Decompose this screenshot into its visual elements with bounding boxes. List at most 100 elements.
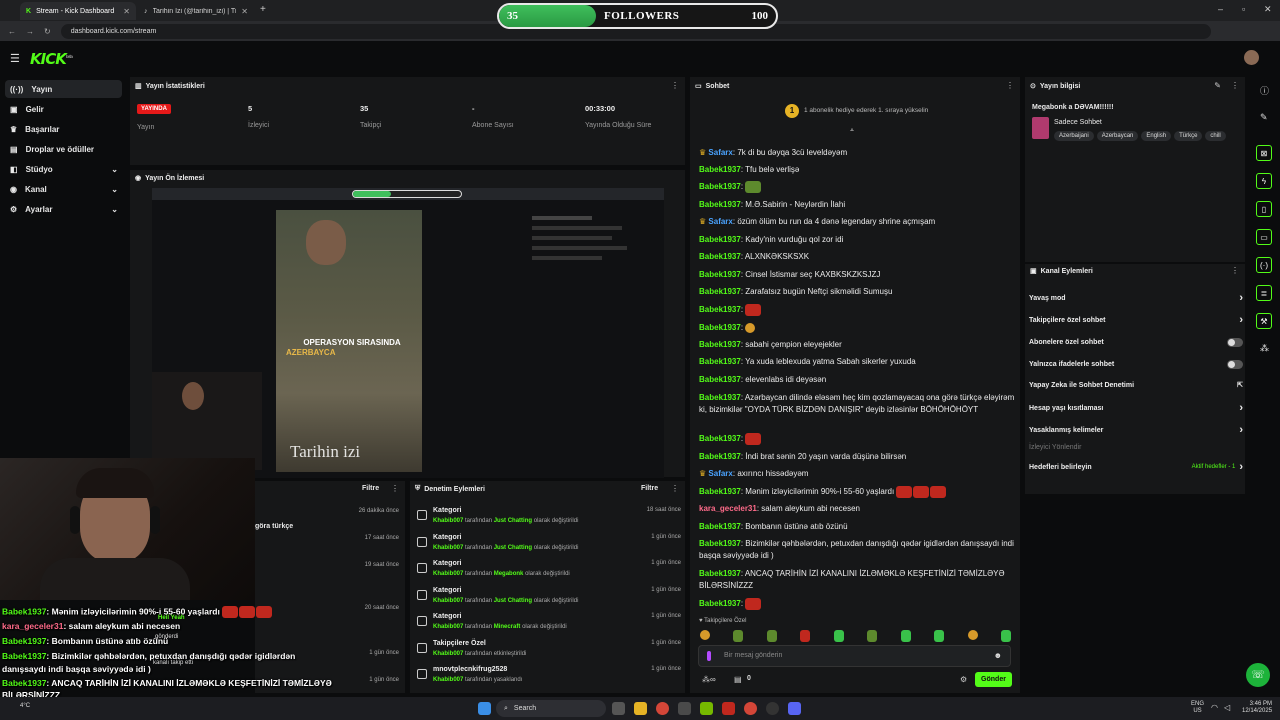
chat-username[interactable]: Babek1937 bbox=[699, 182, 741, 191]
sidebar-item-studyo[interactable]: ◧ Stüdyo ⌄ bbox=[5, 160, 122, 178]
kick-logo[interactable]: KICKbeta bbox=[30, 50, 73, 68]
new-tab-icon[interactable]: + bbox=[260, 4, 266, 15]
forward-icon[interactable]: → bbox=[26, 27, 34, 36]
emote-icon[interactable] bbox=[867, 630, 878, 642]
emote-icon[interactable] bbox=[733, 630, 744, 642]
edit-icon[interactable]: ✎ bbox=[1214, 81, 1221, 90]
scroll-down-icon[interactable]: ⩡ bbox=[850, 127, 854, 135]
channel-action[interactable]: Yavaş mod › bbox=[1029, 291, 1243, 305]
close-tab-icon[interactable]: ✕ bbox=[123, 7, 130, 16]
chat-input[interactable]: Bir mesaj gönderin ☻ bbox=[698, 645, 1011, 667]
broadcast-icon[interactable]: (·) bbox=[1256, 257, 1272, 273]
app-icon[interactable] bbox=[722, 702, 735, 715]
chat-username[interactable]: Babek1937 bbox=[699, 599, 741, 608]
nvidia-icon[interactable] bbox=[700, 702, 713, 715]
channel-action[interactable]: Hesap yaşı kısıtlaması › bbox=[1029, 401, 1243, 415]
close-window-icon[interactable]: ✕ bbox=[1264, 4, 1272, 15]
chat-username[interactable]: Babek1937 bbox=[699, 305, 741, 314]
chat-username[interactable]: Babek1937 bbox=[699, 357, 741, 366]
lightning-icon[interactable]: ϟ bbox=[1256, 173, 1272, 189]
minimize-icon[interactable]: – bbox=[1218, 4, 1223, 14]
chat-username[interactable]: Babek1937 bbox=[699, 375, 741, 384]
emoji-icon[interactable]: ☻ bbox=[994, 651, 1002, 660]
chat-username[interactable]: Babek1937 bbox=[699, 165, 741, 174]
chat-username[interactable]: Babek1937 bbox=[699, 340, 741, 349]
windows-start-icon[interactable] bbox=[478, 702, 491, 715]
toggle-switch[interactable] bbox=[1227, 337, 1243, 347]
chrome-icon[interactable] bbox=[656, 702, 669, 715]
edit-icon[interactable]: ✎ bbox=[1260, 112, 1268, 123]
tab-kick-dashboard[interactable]: K Stream - Kick Dashboard ✕ bbox=[20, 2, 136, 20]
task-view-icon[interactable] bbox=[612, 702, 625, 715]
emote-icon[interactable] bbox=[934, 630, 945, 642]
close-tab-icon[interactable]: ✕ bbox=[241, 7, 248, 16]
tab-tiktok[interactable]: ♪ Tarihin İzi (@tarihin_izi) | TikTok ✕ bbox=[138, 2, 254, 20]
taskbar-search[interactable]: ⌕ Search bbox=[496, 700, 606, 717]
volume-icon[interactable]: ◁ bbox=[1224, 703, 1230, 712]
chat-username[interactable]: Babek1937 bbox=[699, 270, 741, 279]
chat-settings-icon[interactable]: ⚙ bbox=[960, 675, 967, 684]
emote-icon[interactable] bbox=[967, 630, 978, 640]
chat-username[interactable]: Babek1937 bbox=[699, 252, 741, 261]
filter-button[interactable]: Filtre bbox=[362, 485, 379, 492]
emote-icon[interactable] bbox=[900, 630, 911, 642]
more-options-icon[interactable]: ⋮ bbox=[671, 81, 679, 90]
emote-icon[interactable] bbox=[833, 630, 844, 642]
clock[interactable]: 3:46 PM 12/14/2025 bbox=[1242, 701, 1272, 715]
chat-username[interactable]: Babek1937 bbox=[699, 434, 741, 443]
language-indicator[interactable]: ENG US bbox=[1191, 701, 1204, 715]
chat-username[interactable]: Babek1937 bbox=[699, 235, 741, 244]
sidebar-item-kanal[interactable]: ◉ Kanal ⌄ bbox=[5, 180, 122, 198]
hamburger-menu-icon[interactable]: ☰ bbox=[10, 52, 20, 65]
more-options-icon[interactable]: ⋮ bbox=[671, 484, 679, 493]
channel-action[interactable]: Yalnızca ifadelerle sohbet bbox=[1029, 357, 1243, 371]
channel-action[interactable]: Yapay Zeka ile Sohbet Denetimi ⇱ bbox=[1029, 378, 1243, 392]
obs-icon[interactable] bbox=[766, 702, 779, 715]
chat-username[interactable]: Babek1937 bbox=[699, 323, 741, 332]
discord-icon[interactable] bbox=[788, 702, 801, 715]
sidebar-item-gelir[interactable]: ▣ Gelir bbox=[5, 100, 122, 118]
chat-username[interactable]: Babek1937 bbox=[699, 487, 741, 496]
send-button[interactable]: Gönder bbox=[975, 672, 1012, 687]
chat-username[interactable]: Babek1937 bbox=[699, 287, 741, 296]
quick-action-icon[interactable]: ⊠ bbox=[1256, 145, 1272, 161]
more-options-icon[interactable]: ⋮ bbox=[1231, 81, 1239, 90]
list-icon[interactable]: ≣ bbox=[1256, 285, 1272, 301]
chat-username[interactable]: Babek1937 bbox=[699, 522, 741, 531]
chat-username[interactable]: Babek1937 bbox=[699, 539, 741, 548]
emote-icon[interactable] bbox=[700, 630, 710, 640]
back-icon[interactable]: ← bbox=[8, 27, 16, 36]
set-goals-action[interactable]: Hedefleri belirleyin Aktif hedefler - 1 … bbox=[1029, 460, 1243, 474]
emote-icon[interactable] bbox=[1000, 630, 1011, 642]
chat-bubble-icon[interactable]: ▭ bbox=[1256, 229, 1272, 245]
channel-action[interactable]: Yasaklanmış kelimeler › bbox=[1029, 423, 1243, 437]
sidebar-item-basarilar[interactable]: ♛ Başarılar bbox=[5, 120, 122, 138]
emote-picker-icon[interactable] bbox=[707, 651, 711, 661]
sidebar-item-ayarlar[interactable]: ⚙ Ayarlar ⌄ bbox=[5, 200, 122, 218]
clipboard-icon[interactable]: ▯ bbox=[1256, 201, 1272, 217]
filter-button[interactable]: Filtre bbox=[641, 485, 658, 492]
sidebar-item-droplar[interactable]: ▤ Droplar ve ödüller bbox=[5, 140, 122, 158]
preview-video[interactable]: OPERASYON SIRASINDA AZERBAYCA Tarihin iz… bbox=[152, 188, 664, 478]
info-icon[interactable]: ⓘ bbox=[1260, 84, 1269, 97]
wrench-icon[interactable]: ⚒ bbox=[1256, 313, 1272, 329]
chat-username[interactable]: Babek1937 bbox=[699, 200, 741, 209]
chat-username[interactable]: Babek1937 bbox=[699, 393, 741, 402]
channel-action[interactable]: Takipçilere özel sohbet › bbox=[1029, 313, 1243, 327]
emote-shortcut-icon[interactable]: ⁂∞ bbox=[702, 675, 716, 684]
more-icon[interactable]: ⁂ bbox=[1260, 343, 1269, 354]
chat-username[interactable]: Safarx bbox=[708, 469, 732, 478]
reload-icon[interactable]: ↻ bbox=[44, 27, 51, 36]
chrome-active-icon[interactable] bbox=[744, 702, 757, 715]
toggle-switch[interactable] bbox=[1227, 359, 1243, 369]
maximize-icon[interactable]: ▫ bbox=[1242, 4, 1245, 14]
more-options-icon[interactable]: ⋮ bbox=[1231, 266, 1239, 275]
chat-username[interactable]: Babek1937 bbox=[699, 452, 741, 461]
avatar[interactable] bbox=[1244, 50, 1259, 65]
more-options-icon[interactable]: ⋮ bbox=[1006, 81, 1014, 90]
chat-username[interactable]: Safarx bbox=[708, 148, 732, 157]
chat-username[interactable]: kara_geceler31 bbox=[699, 504, 757, 513]
emote-icon[interactable] bbox=[800, 630, 811, 642]
wifi-icon[interactable]: ◠ bbox=[1211, 703, 1218, 712]
more-options-icon[interactable]: ⋮ bbox=[391, 484, 399, 493]
